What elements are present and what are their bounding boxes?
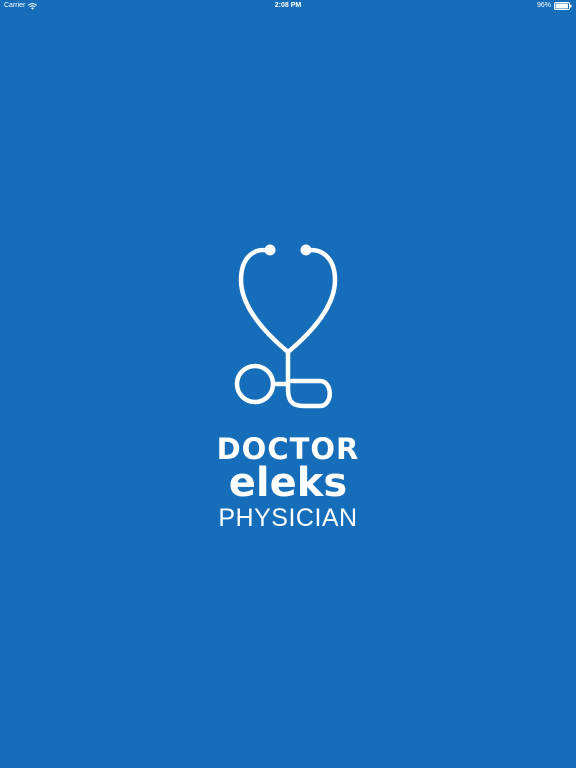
status-bar: Carrier 2:08 PM 96% — [0, 0, 576, 12]
battery-icon — [554, 2, 572, 10]
brand-physician-text: PHYSICIAN — [218, 504, 358, 532]
status-right: 96% — [537, 0, 572, 12]
battery-percent: 96% — [536, 2, 551, 9]
status-time: 2:08 PM — [274, 2, 302, 9]
brand-eleks-text: eleks — [228, 460, 348, 506]
splash-screen: Carrier 2:08 PM 96% DOCTOR eleks PHYSICI… — [0, 0, 576, 768]
app-logo: DOCTOR eleks PHYSICIAN — [0, 238, 576, 532]
stethoscope-icon — [232, 238, 344, 414]
